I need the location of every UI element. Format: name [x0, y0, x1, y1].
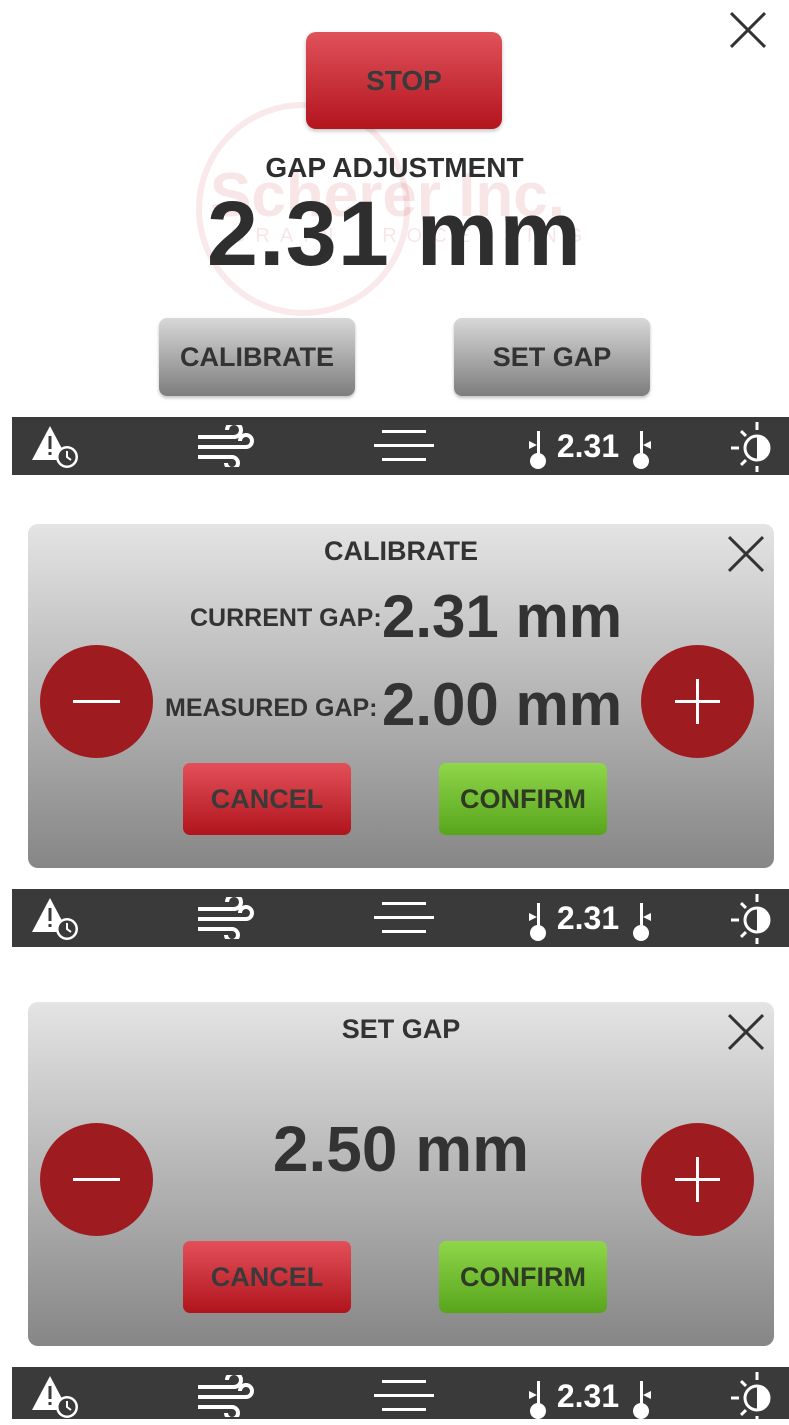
gap-roll-left-icon — [528, 903, 546, 941]
gap-indicator[interactable]: 2.31 — [510, 1367, 670, 1425]
increase-button[interactable] — [641, 1123, 754, 1236]
statusbar-gap-value: 2.31 — [556, 899, 620, 936]
close-icon[interactable] — [724, 1010, 768, 1054]
measured-gap-value: 2.00 mm — [382, 671, 623, 738]
menu-lines-icon[interactable] — [372, 1367, 436, 1425]
close-icon[interactable] — [724, 532, 768, 576]
gap-roll-right-icon — [633, 431, 652, 469]
alarm-clock-warning-icon[interactable] — [24, 889, 88, 947]
status-bar: 2.31 — [12, 417, 789, 475]
brightness-icon[interactable] — [724, 1367, 784, 1425]
gap-roll-left-icon — [528, 431, 546, 469]
status-bar: 2.31 — [12, 1367, 789, 1422]
decrease-button[interactable] — [40, 1123, 153, 1236]
stop-button[interactable]: STOP — [306, 32, 502, 129]
alarm-clock-warning-icon[interactable] — [24, 417, 88, 475]
alarm-clock-warning-icon[interactable] — [24, 1367, 88, 1425]
confirm-button[interactable]: CONFIRM — [439, 763, 607, 835]
calibrate-dialog: CALIBRATE CURRENT GAP: 2.31 mm MEASURED … — [28, 524, 774, 868]
gap-roll-right-icon — [633, 903, 652, 941]
gap-roll-left-icon — [528, 1381, 546, 1419]
minus-icon — [73, 1178, 120, 1181]
cancel-button[interactable]: CANCEL — [183, 1241, 351, 1313]
brightness-icon[interactable] — [724, 417, 784, 475]
statusbar-gap-value: 2.31 — [556, 427, 620, 464]
confirm-button[interactable]: CONFIRM — [439, 1241, 607, 1313]
set-gap-button[interactable]: SET GAP — [454, 318, 650, 396]
gap-value-display: 2.31 mm — [206, 183, 583, 285]
minus-icon — [73, 700, 120, 703]
increase-button[interactable] — [641, 645, 754, 758]
page-title: GAP ADJUSTMENT — [265, 152, 524, 183]
air-flow-icon[interactable] — [190, 417, 260, 475]
measured-gap-label: MEASURED GAP: — [165, 694, 378, 722]
gap-roll-right-icon — [633, 1381, 652, 1419]
calibrate-button[interactable]: CALIBRATE — [159, 318, 355, 396]
statusbar-gap-value: 2.31 — [556, 1377, 620, 1414]
close-icon[interactable] — [726, 8, 770, 52]
air-flow-icon[interactable] — [190, 889, 260, 947]
status-bar: 2.31 — [12, 889, 789, 947]
current-gap-label: CURRENT GAP: — [190, 604, 382, 632]
gap-indicator[interactable]: 2.31 — [510, 417, 670, 475]
menu-lines-icon[interactable] — [372, 889, 436, 947]
set-gap-dialog: SET GAP 2.50 mm CANCEL CONFIRM — [28, 1002, 774, 1346]
menu-lines-icon[interactable] — [372, 417, 436, 475]
air-flow-icon[interactable] — [190, 1367, 260, 1425]
dialog-title: CALIBRATE — [324, 536, 478, 566]
cancel-button[interactable]: CANCEL — [183, 763, 351, 835]
dialog-title: SET GAP — [341, 1014, 461, 1044]
brightness-icon[interactable] — [724, 889, 784, 947]
current-gap-value: 2.31 mm — [382, 583, 623, 650]
decrease-button[interactable] — [40, 645, 153, 758]
gap-indicator[interactable]: 2.31 — [510, 889, 670, 947]
